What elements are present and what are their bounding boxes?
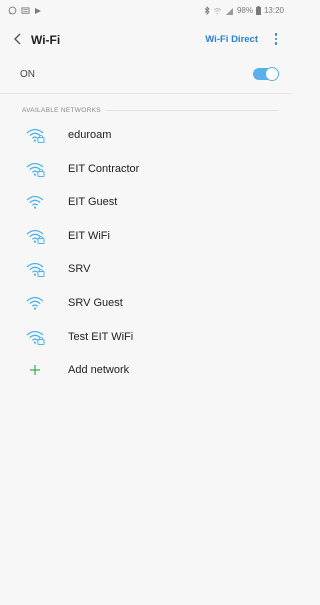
network-name: SRV Guest xyxy=(68,297,123,309)
network-name: EIT Guest xyxy=(68,196,118,209)
wifi-secured-icon xyxy=(26,229,45,244)
signal-icon xyxy=(225,7,233,15)
status-bar-left xyxy=(8,6,42,15)
battery-icon xyxy=(255,6,261,15)
status-time: 13:20 xyxy=(263,5,284,15)
available-networks-header: AVAILABLE NETWORKS xyxy=(22,104,278,116)
network-item[interactable]: eduroam xyxy=(0,120,292,150)
add-network-button[interactable]: Add network xyxy=(0,355,292,385)
wifi-toggle-switch[interactable] xyxy=(253,67,279,81)
wifi-secured-icon xyxy=(26,263,45,278)
wifi-icon xyxy=(213,7,222,14)
network-item[interactable]: SRV Guest xyxy=(0,288,292,318)
status-bar-right: 98% 13:20 xyxy=(204,6,284,15)
bluetooth-icon xyxy=(204,6,210,15)
status-bar: 98% 13:20 xyxy=(0,0,292,22)
wifi-secured-icon xyxy=(26,162,45,177)
network-item[interactable]: Test EIT WiFi xyxy=(0,322,292,352)
plus-icon xyxy=(30,365,40,376)
network-name: eduroam xyxy=(68,129,112,141)
page-title: Wi-Fi xyxy=(31,33,61,47)
chevron-left-icon xyxy=(14,33,21,45)
section-divider xyxy=(105,109,278,111)
network-name: SRV xyxy=(68,263,91,276)
network-item[interactable]: EIT Guest xyxy=(0,187,292,217)
wifi-secured-icon xyxy=(26,330,45,345)
network-item[interactable]: EIT WiFi xyxy=(0,221,292,251)
network-item[interactable]: EIT Contractor xyxy=(0,154,292,184)
network-name: EIT WiFi xyxy=(68,229,110,242)
network-name: EIT Contractor xyxy=(68,162,140,175)
wifi-secured-icon xyxy=(26,128,45,143)
wifi-toggle-row[interactable]: ON xyxy=(0,60,292,88)
wifi-toggle-label: ON xyxy=(20,69,35,80)
wifi-open-icon xyxy=(26,296,44,310)
network-name: Test EIT WiFi xyxy=(68,330,134,343)
message-icon xyxy=(21,6,30,14)
add-network-label: Add network xyxy=(68,364,130,377)
wifi-open-icon xyxy=(26,196,44,209)
app-bar: Wi-Fi Wi-Fi Direct xyxy=(0,24,292,54)
back-button[interactable] xyxy=(10,31,26,47)
divider xyxy=(0,93,292,94)
wifi-direct-button[interactable]: Wi-Fi Direct xyxy=(205,34,258,45)
network-item[interactable]: SRV xyxy=(0,254,292,284)
section-title: AVAILABLE NETWORKS xyxy=(22,106,101,114)
whatsapp-icon xyxy=(8,6,17,15)
battery-percent: 98% xyxy=(236,5,253,15)
play-store-icon xyxy=(35,7,41,14)
more-options-icon[interactable] xyxy=(271,31,281,47)
